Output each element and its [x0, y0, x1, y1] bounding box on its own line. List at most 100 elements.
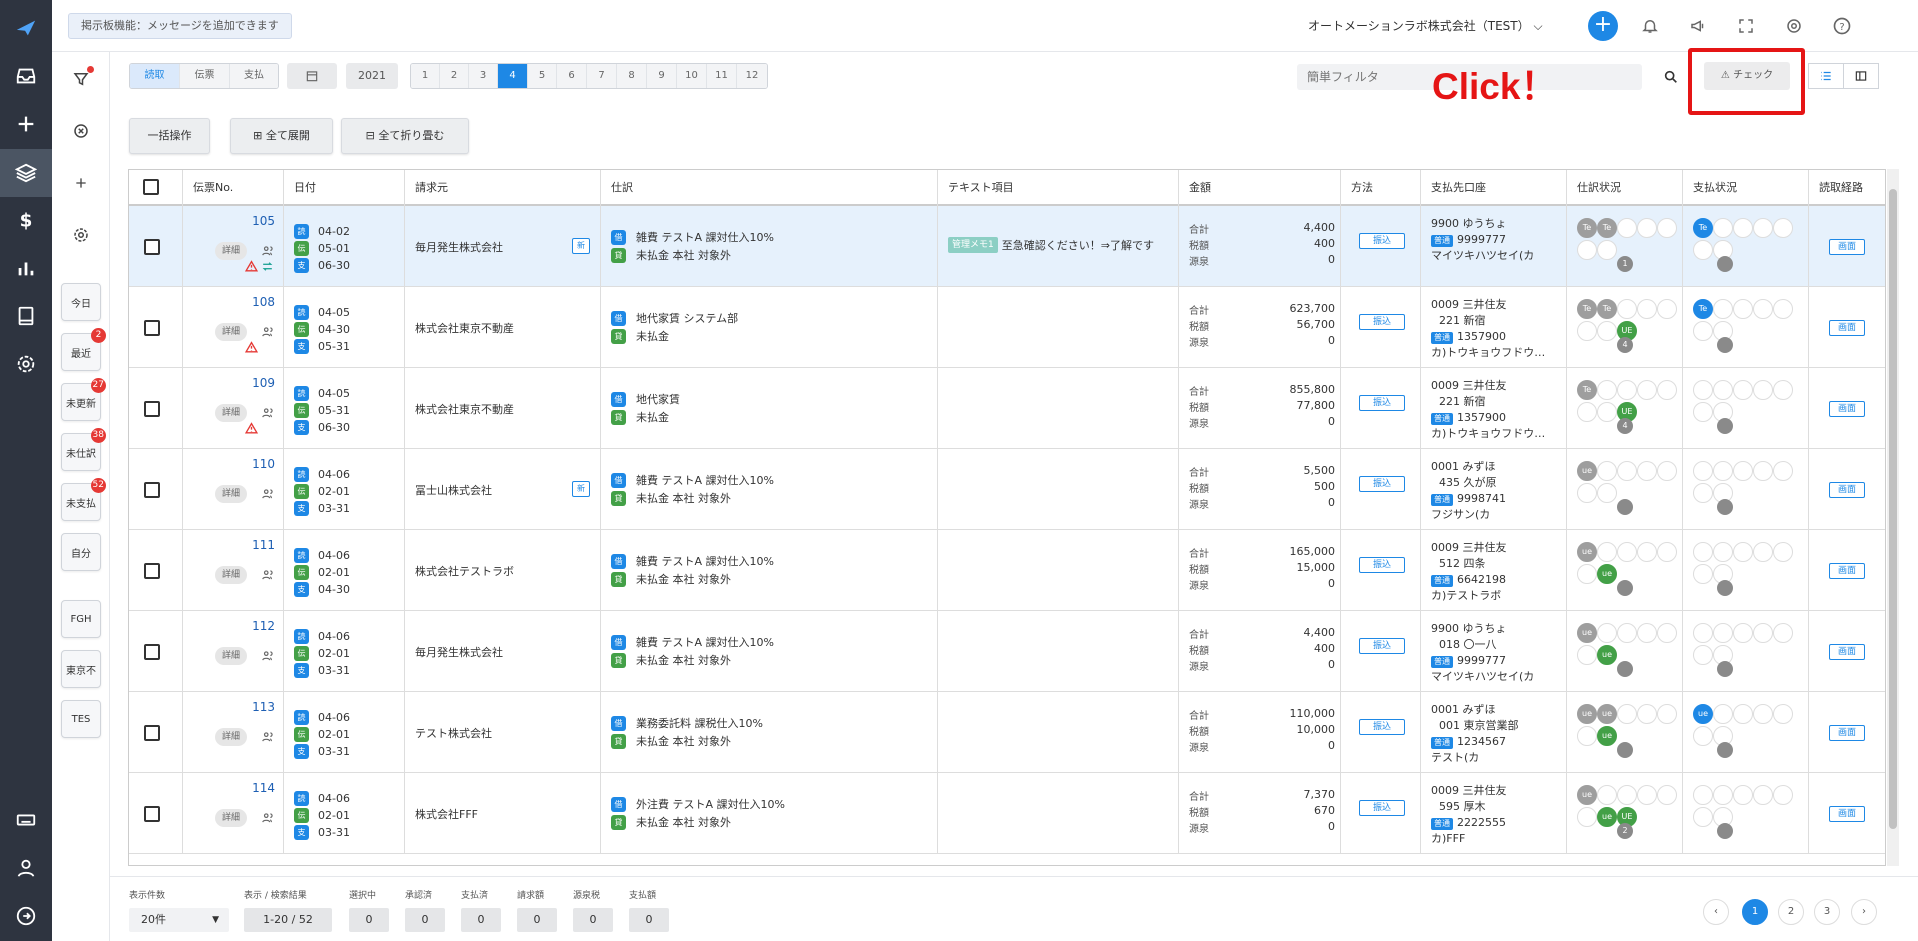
table-scrollbar[interactable] [1887, 169, 1899, 866]
text-cell[interactable] [938, 287, 1179, 368]
month-tab[interactable]: 3 [469, 64, 498, 88]
journal-status-dot[interactable]: 4 [1617, 418, 1633, 434]
header-text[interactable]: テキスト項目 [938, 170, 1179, 206]
journal-status-dot[interactable] [1617, 580, 1633, 596]
month-tab[interactable]: 2 [440, 64, 469, 88]
tab-slip[interactable]: 伝票 [180, 64, 230, 88]
pay-status-dot[interactable] [1753, 704, 1773, 724]
filter-settings-icon[interactable] [68, 222, 94, 248]
warning-icon[interactable] [244, 422, 259, 438]
pay-status-dot[interactable] [1773, 542, 1793, 562]
journal-status-dot[interactable]: 1 [1617, 256, 1633, 272]
pay-status-dot[interactable] [1713, 542, 1733, 562]
transfer-tag[interactable]: 振込 [1359, 557, 1405, 573]
transfer-tag[interactable]: 振込 [1359, 800, 1405, 816]
journal-status-dot[interactable] [1577, 726, 1597, 746]
megaphone-icon[interactable] [1686, 14, 1710, 38]
journal-status-dot[interactable] [1617, 661, 1633, 677]
split-view-button[interactable] [1843, 63, 1879, 89]
journal-status-dot[interactable]: ue [1577, 785, 1597, 805]
header-slip-no[interactable]: 伝票No. [183, 170, 284, 206]
pay-status-dot[interactable] [1693, 402, 1713, 422]
row-checkbox[interactable] [144, 401, 160, 417]
dollar-icon[interactable]: $ [12, 206, 40, 234]
journal-status-dot[interactable] [1657, 623, 1677, 643]
pay-status-dot[interactable] [1753, 380, 1773, 400]
journal-cell[interactable]: 借地代家賃 システム部 貸未払金 [601, 287, 938, 368]
tab-pay[interactable]: 支払 [230, 64, 278, 88]
header-journal-status[interactable]: 仕訳状況 [1567, 170, 1683, 206]
bell-icon[interactable] [1638, 14, 1662, 38]
quick-filter-tokyo[interactable]: 東京不 [61, 650, 101, 688]
journal-status-dot[interactable]: ue [1597, 726, 1617, 746]
journal-status-dot[interactable] [1637, 218, 1657, 238]
journal-status-dot[interactable] [1597, 402, 1617, 422]
detail-button[interactable]: 詳細 [215, 485, 247, 503]
users-icon[interactable] [261, 487, 275, 504]
chart-icon[interactable] [12, 254, 40, 282]
screen-route-tag[interactable]: 画面 [1829, 239, 1865, 255]
pay-status-dot[interactable] [1717, 661, 1733, 677]
journal-cell[interactable]: 借雑費 テストA 課対仕入10% 貸未払金 本社 対象外 [601, 611, 938, 692]
journal-status-dot[interactable]: ue [1577, 704, 1597, 724]
pay-status-dot[interactable] [1773, 461, 1793, 481]
scrollbar-thumb[interactable] [1889, 189, 1897, 829]
journal-cell[interactable]: 借雑費 テストA 課対仕入10% 貸未払金 本社 対象外 [601, 530, 938, 611]
table-row[interactable]: 111 詳細 読 04-06 伝 02-01 支 04-30 株式会社テストラボ 借 [129, 530, 1885, 611]
vendor-cell[interactable]: 毎月発生株式会社 [405, 611, 601, 692]
quick-filter-mine[interactable]: 自分 [61, 533, 101, 571]
journal-status-dot[interactable] [1637, 461, 1657, 481]
pay-status-dot[interactable] [1713, 218, 1733, 238]
tab-read[interactable]: 読取 [130, 64, 180, 88]
text-cell[interactable] [938, 773, 1179, 854]
account-cell[interactable]: 0009 三井住友 221 新宿 普通 1357900 カ)トウキョウフドウ… [1421, 287, 1567, 368]
search-icon[interactable] [1663, 69, 1679, 88]
slip-no-link[interactable]: 111 [252, 538, 275, 552]
pay-status-dot[interactable] [1713, 299, 1733, 319]
pay-status-dot[interactable] [1693, 483, 1713, 503]
pay-status-dot[interactable] [1693, 623, 1713, 643]
pay-status-dot[interactable] [1713, 785, 1733, 805]
slip-no-link[interactable]: 108 [252, 295, 275, 309]
pay-status-dot[interactable] [1773, 623, 1793, 643]
journal-status-dot[interactable] [1597, 380, 1617, 400]
journal-status-dot[interactable] [1637, 785, 1657, 805]
pay-status-dot[interactable] [1733, 299, 1753, 319]
row-checkbox[interactable] [144, 644, 160, 660]
quick-filter-recent[interactable]: 最近 2 [61, 328, 106, 371]
text-cell[interactable] [938, 368, 1179, 449]
pay-status-dot[interactable] [1717, 418, 1733, 434]
settings-icon[interactable] [12, 350, 40, 378]
header-account[interactable]: 支払先口座 [1421, 170, 1567, 206]
users-icon[interactable] [261, 325, 275, 342]
pay-status-dot[interactable] [1693, 785, 1713, 805]
journal-status-dot[interactable]: ue [1597, 564, 1617, 584]
help-icon[interactable]: ? [1830, 14, 1854, 38]
users-icon[interactable] [261, 811, 275, 828]
users-icon[interactable] [261, 244, 275, 261]
pay-status-dot[interactable]: Te [1693, 299, 1713, 319]
account-cell[interactable]: 0009 三井住友 221 新宿 普通 1357900 カ)トウキョウフドウ… [1421, 368, 1567, 449]
journal-status-dot[interactable] [1597, 483, 1617, 503]
text-cell[interactable] [938, 449, 1179, 530]
pay-status-dot[interactable] [1733, 542, 1753, 562]
select-all-checkbox[interactable] [143, 179, 159, 195]
pay-status-dot[interactable] [1733, 380, 1753, 400]
pay-status-dot[interactable] [1713, 623, 1733, 643]
detail-button[interactable]: 詳細 [215, 728, 247, 746]
users-icon[interactable] [261, 730, 275, 747]
pay-status-dot[interactable] [1773, 380, 1793, 400]
pay-status-dot[interactable] [1733, 623, 1753, 643]
vendor-cell[interactable]: テスト株式会社 [405, 692, 601, 773]
vendor-cell[interactable]: 株式会社FFF [405, 773, 601, 854]
journal-status-dot[interactable] [1617, 218, 1637, 238]
journal-status-dot[interactable]: ue [1577, 623, 1597, 643]
journal-status-dot[interactable] [1657, 218, 1677, 238]
transfer-tag[interactable]: 振込 [1359, 395, 1405, 411]
pay-status-dot[interactable] [1717, 742, 1733, 758]
pay-status-dot[interactable] [1733, 704, 1753, 724]
journal-status-dot[interactable] [1617, 742, 1633, 758]
page-1-button[interactable]: 1 [1742, 899, 1768, 925]
journal-status-dot[interactable] [1597, 461, 1617, 481]
month-tab[interactable]: 5 [528, 64, 557, 88]
